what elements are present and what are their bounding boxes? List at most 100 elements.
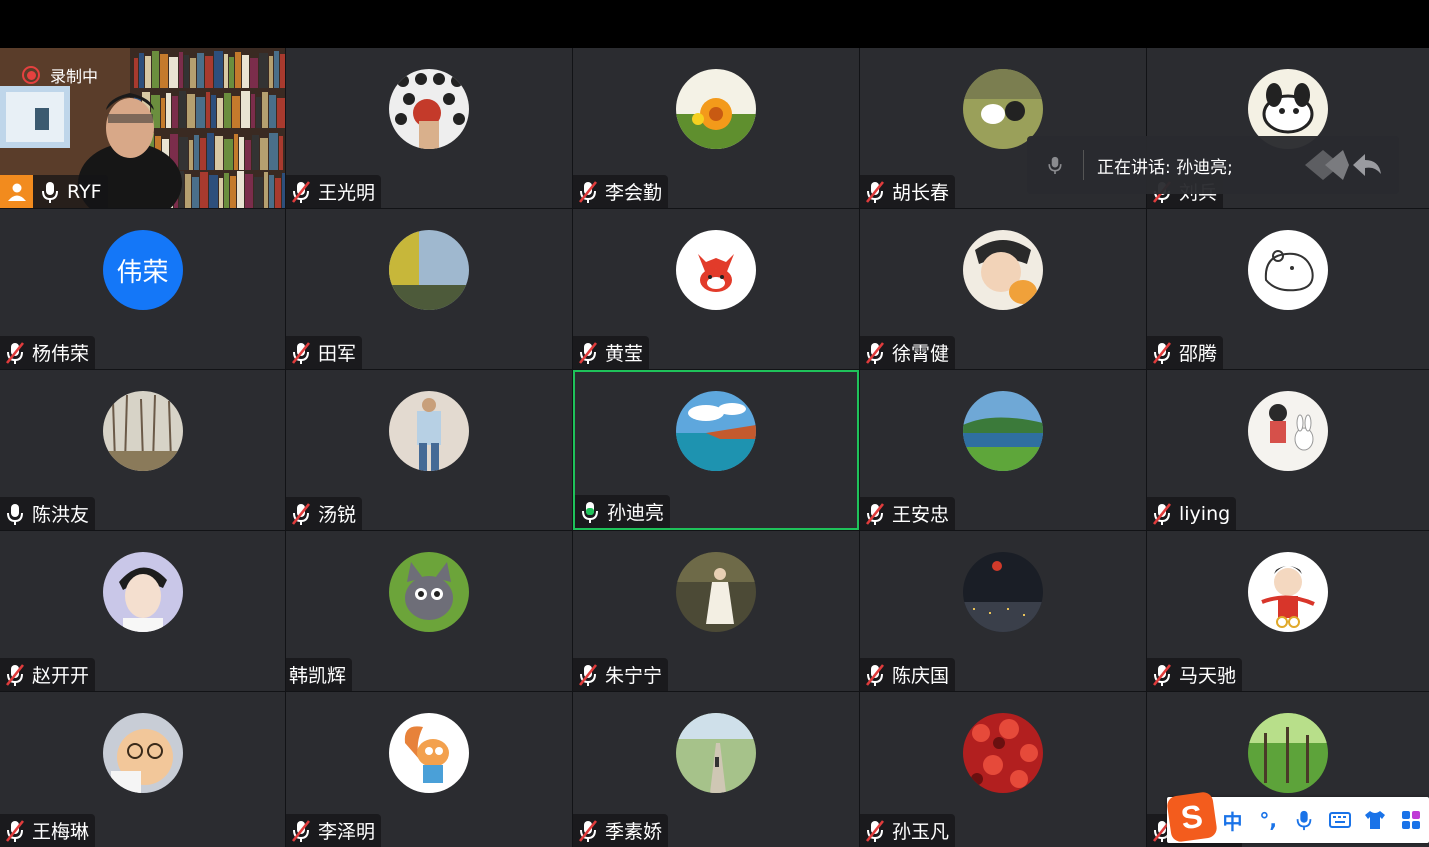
participant-namebar: 黄莹 xyxy=(573,336,650,369)
anime-boy-icon xyxy=(102,552,183,632)
participant-name: 赵开开 xyxy=(32,665,90,687)
participant-name: 李会勤 xyxy=(605,182,663,204)
boy-cat-icon xyxy=(963,230,1043,310)
participant-name: liying xyxy=(1179,502,1231,525)
participant-name: 马天驰 xyxy=(1179,665,1237,687)
fox-icon xyxy=(676,230,756,310)
speaking-indicator: 正在讲话: 孙迪亮; xyxy=(1027,136,1399,194)
participant-tile[interactable]: 陈庆国 xyxy=(860,531,1146,691)
participant-tile[interactable]: 马天驰 xyxy=(1147,531,1429,691)
mic-muted-icon[interactable] xyxy=(1151,663,1173,687)
participant-name: 徐霄健 xyxy=(892,343,950,365)
participant-namebar: 李泽明 xyxy=(286,814,382,847)
participant-namebar: 王梅琳 xyxy=(0,814,96,847)
participant-tile[interactable]: 季素娇 xyxy=(573,692,859,847)
participant-tile[interactable]: 赵开开 xyxy=(0,531,285,691)
participant-tile[interactable]: 孙迪亮 xyxy=(573,370,859,530)
self-name: RYF xyxy=(67,180,102,203)
skin-icon[interactable] xyxy=(1358,800,1394,840)
mic-muted-icon[interactable] xyxy=(577,341,599,365)
participant-namebar: 胡长春 xyxy=(860,175,956,208)
mic-muted-icon[interactable] xyxy=(1151,502,1173,526)
mic-muted-icon[interactable] xyxy=(4,819,26,843)
toolbox-icon[interactable] xyxy=(1393,800,1429,840)
participant-tile[interactable]: 陈洪友 xyxy=(0,370,285,530)
mic-muted-icon[interactable] xyxy=(577,819,599,843)
participant-tile[interactable]: 王安忠 xyxy=(860,370,1146,530)
participant-tile[interactable]: 王光明 xyxy=(286,48,572,208)
ime-punct-toggle[interactable]: °, xyxy=(1250,800,1286,840)
top-bar xyxy=(0,0,1429,48)
mic-muted-icon[interactable] xyxy=(577,180,599,204)
participant-tile[interactable]: liying xyxy=(1147,370,1429,530)
participant-namebar: 孙迪亮 xyxy=(575,495,671,528)
participant-tile[interactable]: 李泽明 xyxy=(286,692,572,847)
participant-namebar: 田军 xyxy=(286,336,363,369)
person-icon xyxy=(389,391,469,471)
mic-muted-icon[interactable] xyxy=(864,502,886,526)
mic-muted-icon[interactable] xyxy=(290,819,312,843)
field-icon xyxy=(389,230,469,310)
participant-namebar: 陈洪友 xyxy=(0,497,96,530)
mic-muted-icon[interactable] xyxy=(290,180,312,204)
self-video-tile[interactable]: 录制中 RYF xyxy=(0,48,285,208)
participant-namebar: 赵开开 xyxy=(0,658,96,691)
participant-tile[interactable]: 朱宁宁 xyxy=(573,531,859,691)
participant-name: 孙迪亮 xyxy=(607,502,665,524)
avatar-initials: 伟荣 xyxy=(102,230,183,310)
wolf-icon xyxy=(389,552,469,632)
participant-namebar: 王安忠 xyxy=(860,497,956,530)
mic-speaking-icon[interactable] xyxy=(579,500,601,524)
participant-name: 朱宁宁 xyxy=(605,665,663,687)
mic-muted-icon[interactable] xyxy=(290,502,312,526)
participant-name: 韩凯辉 xyxy=(289,665,347,687)
mic-muted-icon[interactable] xyxy=(577,663,599,687)
participant-namebar: 陈庆国 xyxy=(860,658,956,691)
mic-muted-icon[interactable] xyxy=(4,663,26,687)
participant-tile[interactable]: 徐霄健 xyxy=(860,209,1146,369)
mic-icon xyxy=(1027,153,1083,177)
participant-tile[interactable]: 孙玉凡 xyxy=(860,692,1146,847)
participant-namebar: 朱宁宁 xyxy=(573,658,669,691)
bear-sketch-icon xyxy=(1248,230,1328,310)
participant-tile[interactable]: 黄莹 xyxy=(573,209,859,369)
participant-namebar: 王光明 xyxy=(286,175,382,208)
trees-icon xyxy=(102,391,183,471)
collapse-arrows-icon[interactable] xyxy=(1303,148,1385,182)
girl-dress-icon xyxy=(676,552,756,632)
participant-tile[interactable]: 汤锐 xyxy=(286,370,572,530)
voice-input-icon[interactable] xyxy=(1286,800,1322,840)
ime-lang-toggle[interactable]: 中 xyxy=(1215,800,1251,840)
mic-muted-icon[interactable] xyxy=(864,819,886,843)
mic-muted-icon[interactable] xyxy=(864,341,886,365)
speaking-label: 正在讲话: 孙迪亮; xyxy=(1097,157,1233,178)
path-icon xyxy=(676,713,756,793)
mic-muted-icon[interactable] xyxy=(4,341,26,365)
participant-namebar: 邵腾 xyxy=(1147,336,1224,369)
lake-icon xyxy=(963,391,1043,471)
participant-tile[interactable]: 田军 xyxy=(286,209,572,369)
mic-icon[interactable] xyxy=(39,180,61,204)
self-namebar: RYF xyxy=(0,175,108,208)
forest-icon xyxy=(1248,713,1328,793)
participant-name: 杨伟荣 xyxy=(32,343,90,365)
mic-muted-icon[interactable] xyxy=(864,663,886,687)
mic-muted-icon[interactable] xyxy=(290,341,312,365)
nezha-icon xyxy=(1248,552,1328,632)
mic-muted-icon[interactable] xyxy=(1151,341,1173,365)
participant-tile[interactable]: 李会勤 xyxy=(573,48,859,208)
participant-name: 陈洪友 xyxy=(32,504,90,526)
participant-tile[interactable]: 邵腾 xyxy=(1147,209,1429,369)
participant-name: 黄莹 xyxy=(605,343,644,365)
mic-icon[interactable] xyxy=(4,502,26,526)
participant-tile[interactable]: 伟荣杨伟荣 xyxy=(0,209,285,369)
keyboard-icon[interactable] xyxy=(1322,800,1358,840)
participant-tile[interactable]: 韩凯辉 xyxy=(286,531,572,691)
participant-namebar: 徐霄健 xyxy=(860,336,956,369)
participant-name: 王安忠 xyxy=(892,504,950,526)
red-leaves-icon xyxy=(963,713,1043,793)
participant-tile[interactable]: 王梅琳 xyxy=(0,692,285,847)
sea-icon xyxy=(676,391,756,471)
sogou-logo-icon[interactable]: S xyxy=(1166,791,1218,843)
mic-muted-icon[interactable] xyxy=(864,180,886,204)
